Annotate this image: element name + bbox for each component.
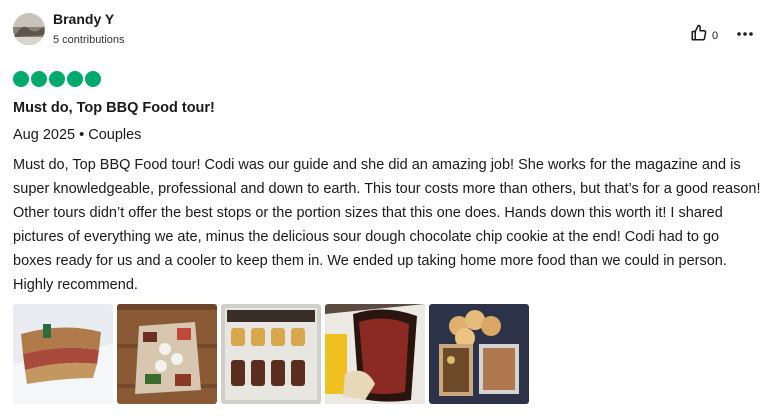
rating-bubble-icon <box>13 71 29 87</box>
rating-bubble-icon <box>49 71 65 87</box>
thumbs-up-icon <box>690 24 708 47</box>
meta-separator: • <box>79 127 89 143</box>
trip-type: Couples <box>88 127 142 143</box>
helpful-vote-button[interactable]: 0 <box>690 24 718 47</box>
author-avatar[interactable] <box>13 13 45 45</box>
review-photo-brisket[interactable] <box>325 304 425 404</box>
author-name[interactable]: Brandy Y <box>53 11 114 27</box>
more-options-button[interactable] <box>735 22 755 42</box>
author-contributions: 5 contributions <box>53 34 125 46</box>
review-date: Aug 2025 <box>13 127 76 143</box>
review-title[interactable]: Must do, Top BBQ Food tour! <box>13 100 215 116</box>
review-body: Must do, Top BBQ Food tour! Codi was our… <box>13 157 761 293</box>
helpful-count: 0 <box>712 29 719 42</box>
review-meta: Aug 2025 • Couples <box>13 127 141 143</box>
rating-bubble-icon <box>31 71 47 87</box>
ellipsis-icon <box>737 23 753 41</box>
rating-bubbles <box>13 71 101 87</box>
review-photo-sandwich[interactable] <box>13 304 113 404</box>
review-photo-trays[interactable] <box>221 304 321 404</box>
review-photos <box>13 304 529 404</box>
rating-bubble-icon <box>85 71 101 87</box>
rating-bubble-icon <box>67 71 83 87</box>
review-photo-platter[interactable] <box>117 304 217 404</box>
review-photo-sides[interactable] <box>429 304 529 404</box>
